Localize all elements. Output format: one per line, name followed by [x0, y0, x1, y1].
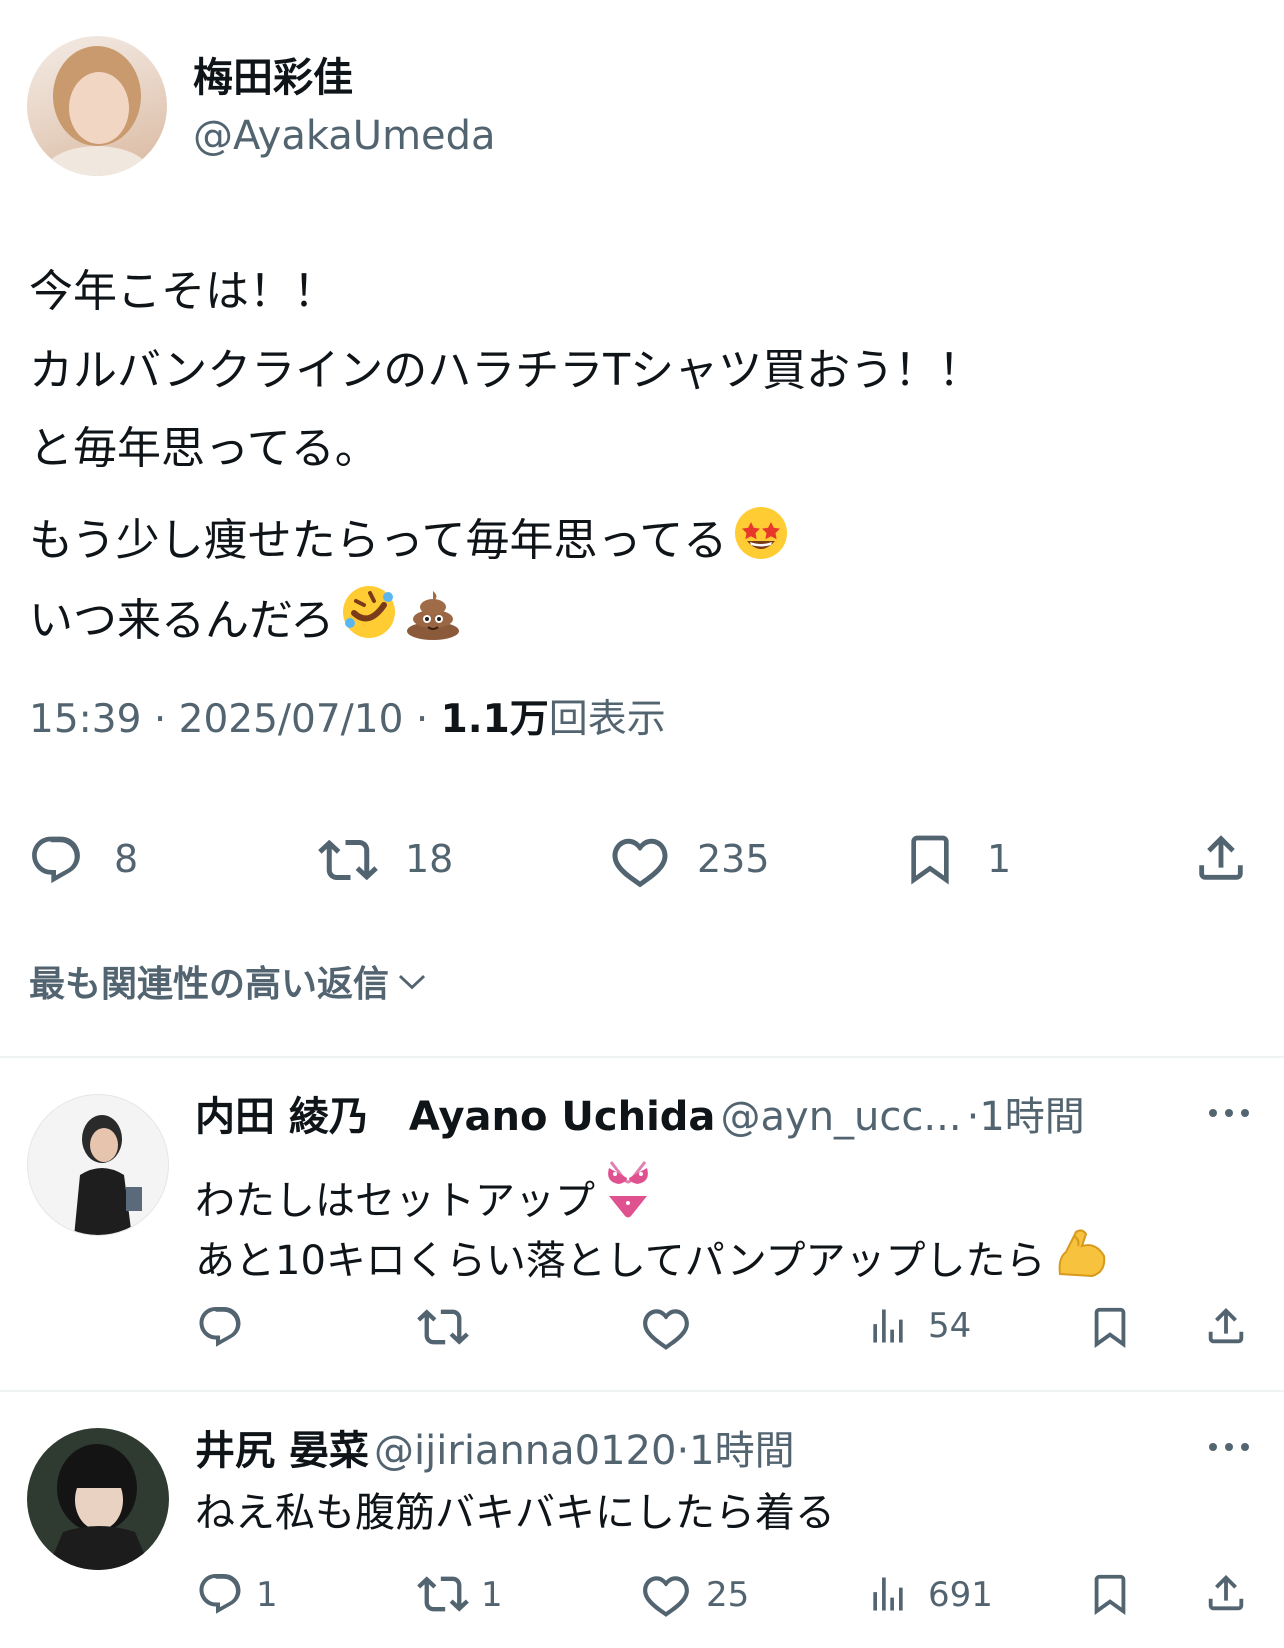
reply-time[interactable]: 1時間 — [979, 1094, 1084, 1140]
tweet-line: カルバンクラインのハラチラTシャツ買おう！！ — [29, 345, 983, 396]
reply-button[interactable] — [27, 832, 85, 888]
divider — [0, 1056, 1284, 1058]
like-button[interactable] — [641, 1569, 691, 1619]
reply-line: あと10キロくらい落としてパンプアップしたら — [195, 1222, 1110, 1287]
reply-line: ねえ私も腹筋バキバキにしたら着る — [195, 1490, 835, 1536]
reply-time[interactable]: 1時間 — [689, 1428, 794, 1474]
views-count: 54 — [928, 1306, 972, 1346]
tweet-line: と毎年思ってる。 — [29, 423, 379, 474]
reply-avatar[interactable] — [27, 1094, 169, 1236]
bookmark-button[interactable] — [1087, 1301, 1133, 1353]
reply-avatar[interactable] — [27, 1428, 169, 1570]
reply-line-text: わたしはセットアップ — [195, 1178, 595, 1224]
share-icon[interactable] — [1192, 828, 1250, 888]
reply-author-name[interactable]: 井尻 晏菜 — [195, 1428, 369, 1474]
tweet-line: 今年こそは！！ — [29, 266, 337, 317]
meta-separator: · — [966, 1094, 980, 1140]
tweet-meta: 15:39 · 2025/07/10 · 1.1万回表示 — [29, 700, 666, 739]
reply-line-text: あと10キロくらい落としてパンプアップしたら — [195, 1238, 1046, 1284]
reply-button[interactable] — [196, 1570, 244, 1618]
author-avatar[interactable] — [27, 36, 167, 176]
views-analytics-icon[interactable] — [866, 1570, 910, 1618]
like-button[interactable] — [610, 830, 670, 890]
pile-of-poo-emoji-icon — [404, 583, 462, 649]
reply-count: 8 — [114, 837, 139, 881]
retweet-button[interactable] — [416, 1568, 470, 1620]
bookmark-count: 1 — [987, 837, 1012, 881]
retweet-count: 1 — [481, 1575, 503, 1615]
chevron-down-icon — [395, 964, 429, 998]
author-name[interactable]: 梅田彩佳 — [193, 58, 353, 98]
reply-header: 内田 綾乃 Ayano Uchida @ayn_ucc... ·1時間 — [195, 1097, 1085, 1137]
bikini-emoji-icon — [601, 1158, 655, 1227]
retweet-button[interactable] — [316, 830, 380, 890]
reply-author-handle[interactable]: @ayn_ucc... — [721, 1094, 962, 1140]
views-analytics-icon[interactable] — [866, 1302, 910, 1350]
more-options-icon[interactable] — [1206, 1440, 1252, 1454]
reply-line: わたしはセットアップ — [195, 1158, 655, 1227]
views-label: 回表示 — [548, 697, 666, 742]
flexed-biceps-emoji-icon — [1052, 1222, 1110, 1287]
tweet-line-text: いつ来るんだろ — [29, 595, 335, 646]
more-options-icon[interactable] — [1206, 1106, 1252, 1120]
tweet-date[interactable]: 2025/07/10 — [179, 697, 404, 742]
tweet-line-4: もう少し痩せたらって毎年思ってる — [29, 505, 789, 569]
bookmark-button[interactable] — [1087, 1568, 1133, 1620]
star-struck-emoji-icon — [733, 505, 789, 569]
reply-sort-label: 最も関連性の高い返信 — [29, 964, 390, 1005]
tweet-line-5: いつ来るんだろ — [29, 583, 462, 649]
share-icon[interactable] — [1203, 1301, 1249, 1351]
tweet-line-text: もう少し痩せたらって毎年思ってる — [29, 515, 728, 566]
bookmark-button[interactable] — [902, 828, 958, 890]
author-handle[interactable]: @AyakaUmeda — [193, 116, 496, 156]
meta-separator: · — [676, 1428, 690, 1474]
divider — [0, 1390, 1284, 1392]
rolling-laughing-emoji-icon — [340, 583, 398, 649]
views-count: 1.1万 — [440, 697, 549, 742]
meta-separator: · — [153, 697, 167, 742]
retweet-button[interactable] — [416, 1301, 470, 1353]
tweet-time[interactable]: 15:39 — [29, 697, 141, 742]
reply-header: 井尻 晏菜 @ijirianna0120·1時間 — [195, 1431, 795, 1471]
reply-button[interactable] — [196, 1303, 244, 1351]
reply-sort-dropdown[interactable]: 最も関連性の高い返信 — [29, 964, 429, 1003]
like-count: 235 — [697, 837, 770, 881]
reply-author-handle[interactable]: @ijirianna0120 — [374, 1428, 676, 1474]
reply-author-name[interactable]: 内田 綾乃 Ayano Uchida — [195, 1094, 715, 1140]
views-count: 691 — [928, 1575, 993, 1615]
share-icon[interactable] — [1203, 1568, 1249, 1618]
reply-count: 1 — [256, 1575, 278, 1615]
retweet-count: 18 — [405, 837, 454, 881]
meta-separator: · — [415, 697, 429, 742]
like-count: 25 — [706, 1575, 750, 1615]
like-button[interactable] — [641, 1302, 691, 1352]
